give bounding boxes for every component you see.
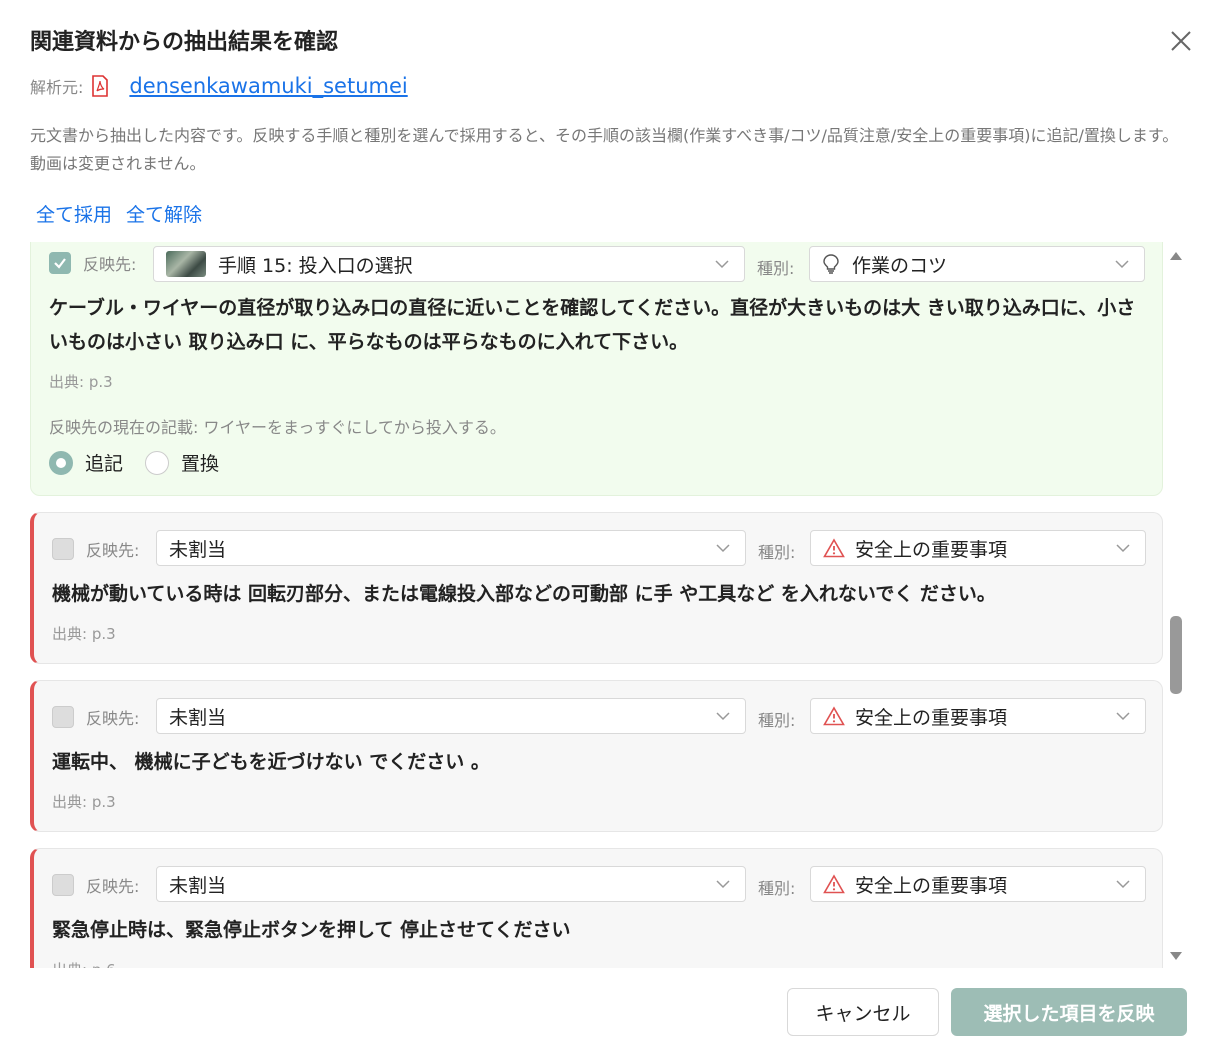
type-label: 種別: bbox=[757, 259, 795, 278]
items-list[interactable]: 反映先: 手順 15: 投入口の選択 種別: 作業のコツ ケーブル・ワイヤーの直… bbox=[0, 242, 1190, 968]
chevron-down-icon bbox=[1116, 544, 1130, 553]
item-text: 運転中、 機械に子どもを近づけない でください 。 bbox=[52, 751, 490, 773]
extract-item: 反映先: 未割当 種別: 安全上の重要事項 緊急停止時は、緊急停止ボタンを押して… bbox=[30, 848, 1163, 968]
pdf-icon bbox=[92, 75, 109, 97]
chevron-down-icon bbox=[1116, 712, 1130, 721]
item-checkbox[interactable] bbox=[49, 252, 71, 274]
append-radio[interactable] bbox=[49, 450, 73, 475]
close-icon[interactable] bbox=[1168, 28, 1194, 54]
replace-label[interactable]: 置換 bbox=[181, 449, 219, 476]
type-value: 安全上の重要事項 bbox=[855, 706, 1008, 729]
target-value: 未割当 bbox=[169, 538, 227, 561]
item-source: 出典: p.3 bbox=[49, 373, 113, 391]
current-content: 反映先の現在の記載: ワイヤーをまっすぐにしてから投入する。 bbox=[49, 418, 506, 437]
target-label: 反映先: bbox=[86, 877, 140, 896]
target-select[interactable]: 未割当 bbox=[156, 866, 746, 902]
scroll-down-arrow bbox=[1170, 952, 1182, 960]
select-all-link[interactable]: 全て採用 bbox=[36, 204, 112, 226]
item-checkbox[interactable] bbox=[52, 538, 74, 560]
deselect-all-link[interactable]: 全て解除 bbox=[126, 204, 202, 226]
type-label: 種別: bbox=[758, 711, 796, 730]
bulk-actions: 全て採用 全て解除 bbox=[36, 200, 216, 227]
type-value: 作業のコツ bbox=[852, 254, 948, 277]
item-text: 機械が動いている時は 回転刃部分、または電線投入部などの可動部 に手 や工具など… bbox=[52, 583, 996, 605]
mode-radios: 追記 置換 bbox=[49, 449, 219, 476]
item-source: 出典: p.3 bbox=[52, 793, 116, 811]
scroll-thumb bbox=[1170, 616, 1182, 694]
extract-item: 反映先: 未割当 種別: 安全上の重要事項 機械が動いている時は 回転刃部分、ま… bbox=[30, 512, 1163, 664]
item-text: ケーブル・ワイヤーの直径が取り込み口の直径に近いことを確認してください。直径が大… bbox=[49, 297, 1136, 353]
description: 元文書から抽出した内容です。反映する手順と種別を選んで採用すると、その手順の該当… bbox=[30, 126, 1179, 173]
scrollbar[interactable] bbox=[1166, 246, 1186, 966]
chevron-down-icon bbox=[716, 712, 730, 721]
warning-icon bbox=[823, 874, 845, 894]
source-file-link[interactable]: densenkawamuki_setumei bbox=[129, 74, 407, 98]
type-label: 種別: bbox=[758, 543, 796, 562]
target-select[interactable]: 手順 15: 投入口の選択 bbox=[153, 246, 745, 282]
replace-radio[interactable] bbox=[145, 450, 170, 475]
extract-item: 反映先: 手順 15: 投入口の選択 種別: 作業のコツ ケーブル・ワイヤーの直… bbox=[30, 242, 1163, 496]
source-row: 解析元: densenkawamuki_setumei bbox=[30, 74, 408, 98]
target-label: 反映先: bbox=[83, 255, 137, 274]
scroll-up-arrow bbox=[1170, 252, 1182, 260]
target-select[interactable]: 未割当 bbox=[156, 698, 746, 734]
target-label: 反映先: bbox=[86, 541, 140, 560]
type-value: 安全上の重要事項 bbox=[855, 538, 1008, 561]
cancel-button[interactable]: キャンセル bbox=[787, 988, 939, 1036]
type-select[interactable]: 安全上の重要事項 bbox=[810, 698, 1146, 734]
append-label[interactable]: 追記 bbox=[85, 449, 123, 476]
type-select[interactable]: 作業のコツ bbox=[809, 246, 1145, 282]
target-value: 未割当 bbox=[169, 874, 227, 897]
target-label: 反映先: bbox=[86, 709, 140, 728]
apply-selected-button[interactable]: 選択した項目を反映 bbox=[951, 988, 1187, 1036]
type-select[interactable]: 安全上の重要事項 bbox=[810, 530, 1146, 566]
type-value: 安全上の重要事項 bbox=[855, 874, 1008, 897]
source-label: 解析元: bbox=[30, 78, 84, 97]
chevron-down-icon bbox=[716, 544, 730, 553]
warning-icon bbox=[823, 538, 845, 558]
chevron-down-icon bbox=[715, 260, 729, 269]
chevron-down-icon bbox=[1116, 880, 1130, 889]
chevron-down-icon bbox=[716, 880, 730, 889]
chevron-down-icon bbox=[1115, 260, 1129, 269]
warning-icon bbox=[823, 706, 845, 726]
item-source: 出典: p.3 bbox=[52, 625, 116, 643]
item-checkbox[interactable] bbox=[52, 706, 74, 728]
item-text: 緊急停止時は、緊急停止ボタンを押して 停止させてください bbox=[52, 919, 571, 941]
lightbulb-icon bbox=[823, 254, 839, 274]
target-value: 未割当 bbox=[169, 706, 227, 729]
step-thumbnail bbox=[166, 251, 206, 277]
dialog-title: 関連資料からの抽出結果を確認 bbox=[30, 30, 339, 55]
target-value: 手順 15: 投入口の選択 bbox=[218, 254, 413, 277]
type-select[interactable]: 安全上の重要事項 bbox=[810, 866, 1146, 902]
extract-item: 反映先: 未割当 種別: 安全上の重要事項 運転中、 機械に子どもを近づけない … bbox=[30, 680, 1163, 832]
type-label: 種別: bbox=[758, 879, 796, 898]
item-source: 出典: p.6 bbox=[52, 959, 116, 968]
target-select[interactable]: 未割当 bbox=[156, 530, 746, 566]
item-checkbox[interactable] bbox=[52, 874, 74, 896]
